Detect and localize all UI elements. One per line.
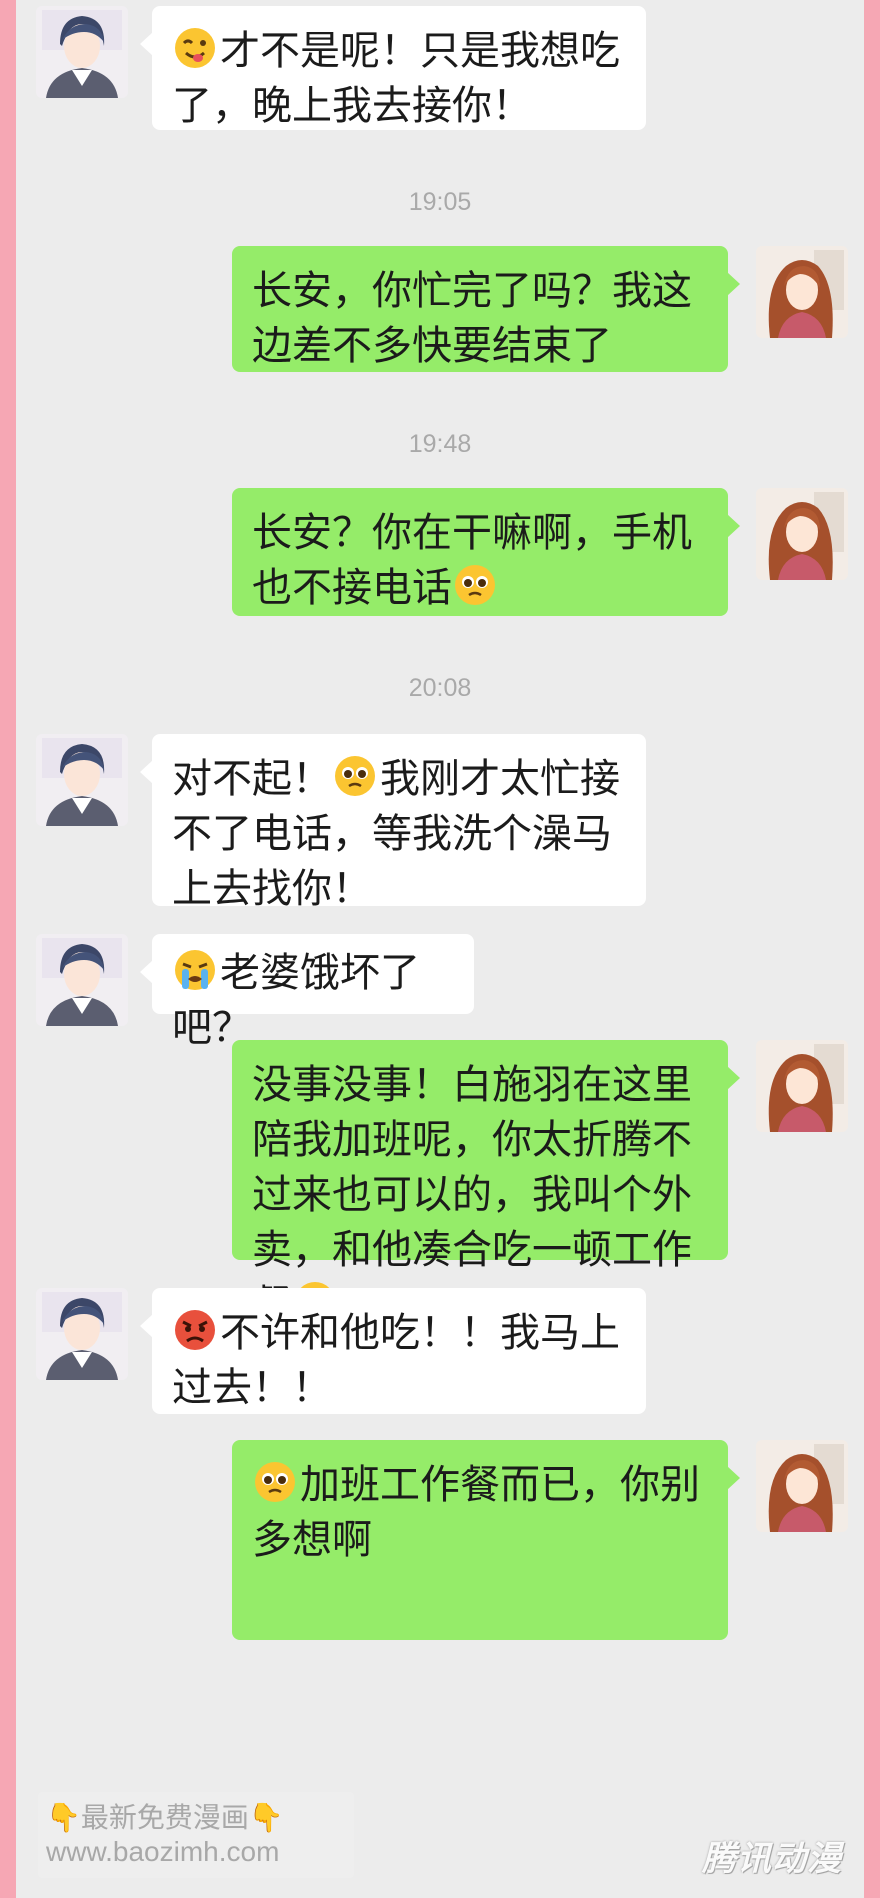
avatar-boyfriend[interactable] bbox=[36, 734, 128, 826]
avatar-girlfriend[interactable] bbox=[756, 1040, 848, 1132]
pleading-emoji bbox=[332, 753, 378, 799]
watermark-line1: 👇最新免费漫画👇 bbox=[46, 1796, 284, 1836]
message-text: 长安，你忙完了吗？我这边差不多快要结束了 bbox=[252, 268, 692, 369]
message-bubble-sent[interactable]: 长安？你在干嘛啊，手机也不接电话 bbox=[232, 488, 740, 616]
avatar-boyfriend[interactable] bbox=[36, 1288, 128, 1380]
avatar-girlfriend[interactable] bbox=[756, 1440, 848, 1532]
message-bubble-sent[interactable]: 长安，你忙完了吗？我这边差不多快要结束了 bbox=[232, 246, 740, 372]
watermark-text: 最新免费漫画 bbox=[80, 1801, 249, 1834]
chat-area[interactable]: 才不是呢！只是我想吃了，晚上我去接你！ 19:05 长安，你忙完了吗？我这边差不… bbox=[16, 0, 864, 1898]
angry-emoji bbox=[172, 1307, 218, 1353]
crying-emoji bbox=[172, 947, 218, 993]
pleading-emoji bbox=[452, 562, 498, 608]
message-bubble-received[interactable]: 老婆饿坏了吧？ bbox=[140, 934, 474, 1051]
avatar-boyfriend[interactable] bbox=[36, 934, 128, 1026]
message-bubble-received[interactable]: 才不是呢！只是我想吃了，晚上我去接你！ bbox=[140, 6, 646, 130]
timestamp: 19:05 bbox=[408, 188, 472, 216]
watermark: 👇最新免费漫画👇 www.baozimh.com bbox=[38, 1792, 354, 1878]
watermark-url: www.baozimh.com bbox=[46, 1836, 280, 1867]
message-bubble-received[interactable]: 对不起！ 我刚才太忙接不了电话，等我洗个澡马上去找你！ bbox=[140, 734, 646, 912]
message-text: 才不是呢！只是我想吃了，晚上我去接你！ bbox=[172, 28, 620, 129]
avatar-boyfriend[interactable] bbox=[36, 6, 128, 98]
message-bubble-sent[interactable]: 没事没事！白施羽在这里陪我加班呢，你太折腾不过来也可以的，我叫个外卖，和他凑合吃… bbox=[232, 1040, 740, 1328]
message-text: 加班工作餐而已，你别多想啊 bbox=[252, 1462, 700, 1563]
message-text: 不许和他吃！！我马上过去！！ bbox=[172, 1310, 620, 1411]
wink-tongue-emoji bbox=[172, 25, 218, 71]
pointing-hand-icon: 👇 bbox=[46, 1801, 81, 1834]
message-bubble-sent[interactable]: 加班工作餐而已，你别多想啊 bbox=[232, 1440, 740, 1640]
pointing-hand-icon: 👇 bbox=[248, 1801, 284, 1834]
pleading-emoji bbox=[252, 1459, 298, 1505]
avatar-girlfriend[interactable] bbox=[756, 488, 848, 580]
message-bubble-received[interactable]: 不许和他吃！！我马上过去！！ bbox=[140, 1288, 646, 1414]
tencent-comic-logo: 腾讯动漫 bbox=[702, 1839, 842, 1879]
timestamp: 19:48 bbox=[408, 430, 472, 458]
timestamp: 20:08 bbox=[408, 674, 472, 702]
message-text: 对不起！ bbox=[172, 756, 332, 802]
avatar-girlfriend[interactable] bbox=[756, 246, 848, 338]
